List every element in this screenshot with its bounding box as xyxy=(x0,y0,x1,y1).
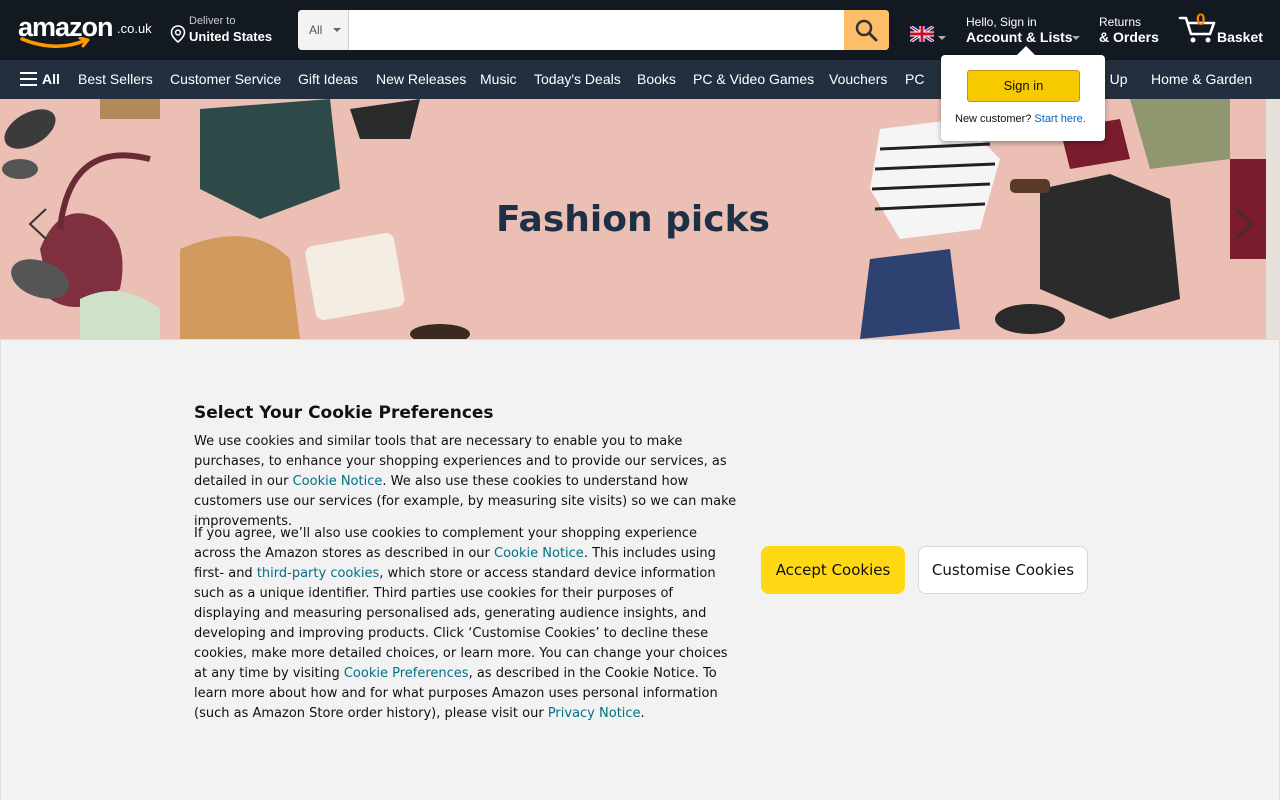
account-and-lists[interactable]: Hello, Sign in Account & Lists xyxy=(966,14,1086,48)
account-label: Account & Lists xyxy=(966,29,1073,45)
deliver-country: United States xyxy=(189,29,273,44)
nav-item-todays-deals[interactable]: Today's Deals xyxy=(534,71,621,87)
new-customer-line: New customer? Start here. xyxy=(955,113,1086,125)
chevron-down-icon xyxy=(333,28,341,32)
cookie-text: . xyxy=(640,706,645,721)
all-menu-label: All xyxy=(42,71,60,87)
orders-label: & Orders xyxy=(1099,29,1159,45)
carousel-next-icon[interactable] xyxy=(1232,207,1256,241)
search-button[interactable] xyxy=(844,10,889,50)
returns-label: Returns xyxy=(1099,15,1142,29)
carousel-prev-icon[interactable] xyxy=(26,207,50,241)
search-category-label: All xyxy=(309,23,323,37)
account-greeting: Hello, Sign in xyxy=(966,15,1037,29)
basket-label: Basket xyxy=(1217,29,1263,45)
cookie-notice-link[interactable]: Cookie Notice xyxy=(494,546,584,561)
amazon-logo[interactable]: amazon .co.uk xyxy=(16,12,156,50)
deliver-to-location[interactable]: Deliver to United States xyxy=(168,14,286,48)
nav-item-pc[interactable]: PC xyxy=(905,71,924,87)
top-navbar: amazon .co.uk Deliver to United States A… xyxy=(0,0,1280,60)
cookie-title: Select Your Cookie Preferences xyxy=(194,403,494,423)
nav-item-music[interactable]: Music xyxy=(480,71,517,87)
search-bar: All xyxy=(298,10,889,50)
signin-flyout: Sign in New customer? Start here. xyxy=(941,46,1105,141)
cookie-text: , which store or access standard device … xyxy=(194,566,728,681)
nav-item-new-releases[interactable]: New Releases xyxy=(376,71,466,87)
nav-item-gift-ideas[interactable]: Gift Ideas xyxy=(298,71,358,87)
cookie-preferences-panel: Select Your Cookie Preferences We use co… xyxy=(0,339,1280,800)
hero-title: Fashion picks xyxy=(496,199,770,240)
nav-item-home-garden[interactable]: Home & Garden xyxy=(1151,71,1252,87)
basket-count: 0 xyxy=(1196,10,1206,29)
language-selector[interactable] xyxy=(909,24,950,44)
smile-arrow-icon xyxy=(20,37,90,48)
returns-and-orders[interactable]: Returns & Orders xyxy=(1099,14,1169,48)
chevron-down-icon xyxy=(938,36,946,40)
nav-item-best-sellers[interactable]: Best Sellers xyxy=(78,71,153,87)
uk-flag-icon xyxy=(909,24,935,44)
nav-item-vouchers[interactable]: Vouchers xyxy=(829,71,887,87)
chevron-down-icon xyxy=(1072,36,1080,40)
third-party-cookies-link[interactable]: third-party cookies xyxy=(257,566,379,581)
new-customer-label: New customer? xyxy=(955,113,1032,125)
search-icon xyxy=(855,19,878,42)
nav-item-pc-video-games[interactable]: PC & Video Games xyxy=(693,71,814,87)
hamburger-menu-icon xyxy=(20,72,37,86)
deliver-label: Deliver to xyxy=(189,15,236,27)
nav-item-books[interactable]: Books xyxy=(637,71,676,87)
accept-cookies-button[interactable]: Accept Cookies xyxy=(761,546,905,594)
basket-button[interactable]: 0 Basket xyxy=(1178,10,1268,50)
signin-button[interactable]: Sign in xyxy=(967,70,1080,102)
cookie-notice-link[interactable]: Cookie Notice xyxy=(293,474,383,489)
next-slide-peek xyxy=(1266,99,1280,339)
customise-cookies-button[interactable]: Customise Cookies xyxy=(918,546,1088,594)
cookie-paragraph-1: We use cookies and similar tools that ar… xyxy=(194,432,742,532)
privacy-notice-link[interactable]: Privacy Notice xyxy=(548,706,641,721)
start-here-link[interactable]: Start here. xyxy=(1034,113,1085,125)
nav-item-customer-service[interactable]: Customer Service xyxy=(170,71,281,87)
search-input[interactable] xyxy=(350,10,844,50)
flyout-arrow xyxy=(1017,46,1035,55)
cookie-paragraph-2: If you agree, we’ll also use cookies to … xyxy=(194,524,742,724)
search-category-dropdown[interactable]: All xyxy=(298,10,349,50)
logo-tld: .co.uk xyxy=(117,21,152,36)
location-pin-icon xyxy=(170,25,186,43)
cookie-preferences-link[interactable]: Cookie Preferences xyxy=(344,666,469,681)
